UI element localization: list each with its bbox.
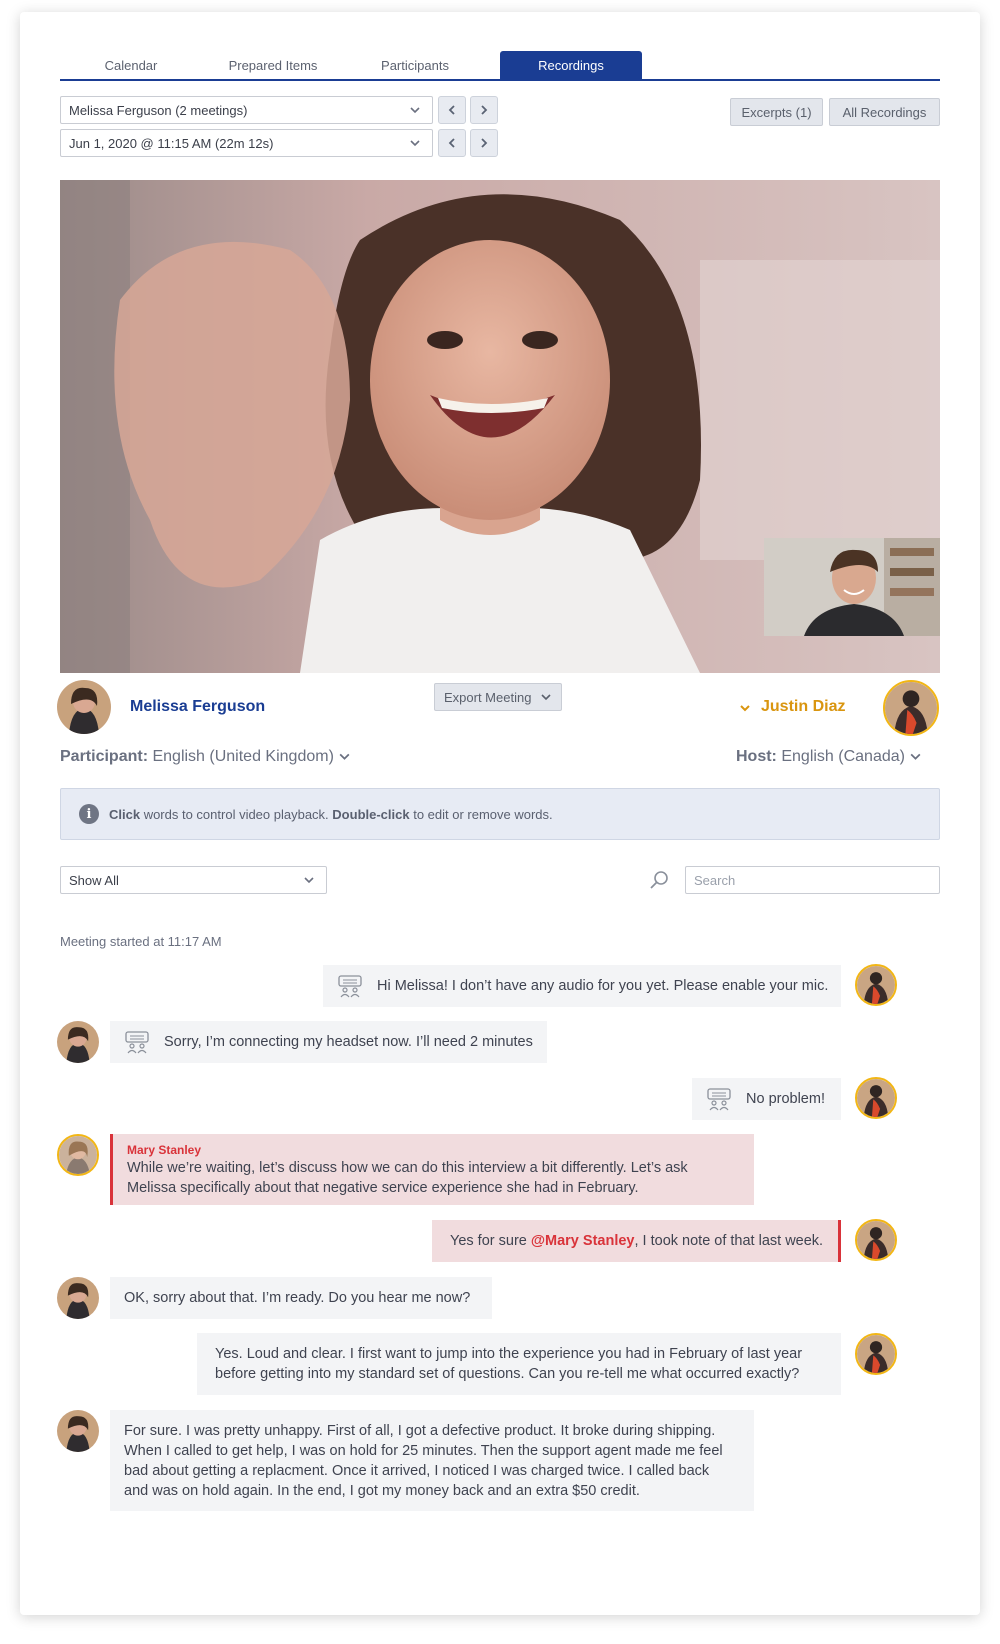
chevron-down-icon	[410, 140, 420, 147]
host-avatar	[855, 1219, 897, 1261]
participant-avatar	[57, 1277, 99, 1319]
note-author: Mary Stanley	[127, 1143, 202, 1157]
info-icon: i	[79, 804, 99, 824]
message-text-line: For sure. I was pretty unhappy. First of…	[124, 1423, 716, 1439]
message-text-line: When I called to get help, I was on hold…	[124, 1443, 723, 1459]
transcript-search-input[interactable]: Search	[685, 866, 940, 894]
message-text-line: Yes. Loud and clear. I first want to jum…	[215, 1346, 803, 1362]
tab-participants[interactable]: Participants	[344, 51, 486, 79]
host-avatar	[855, 1333, 897, 1375]
host-language-value: English (Canada)	[781, 748, 905, 765]
participant-avatar	[57, 680, 111, 734]
participant-avatar	[57, 1410, 99, 1452]
host-language[interactable]: Host: English (Canada)	[736, 748, 922, 766]
transcript-message-host[interactable]: Yes. Loud and clear. I first want to jum…	[197, 1333, 841, 1395]
message-text-line: before getting into my standard set of q…	[215, 1366, 800, 1382]
show-filter-select[interactable]: Show All	[60, 866, 327, 894]
next-meeting-button[interactable]	[470, 129, 498, 157]
note-text-line: While we’re waiting, let’s discuss how w…	[127, 1160, 688, 1176]
observer-avatar	[57, 1134, 99, 1176]
chevron-left-icon	[448, 138, 455, 148]
message-text: Hi Melissa! I don’t have any audio for y…	[377, 978, 829, 994]
tab-prepared-items[interactable]: Prepared Items	[202, 51, 344, 79]
message-text: Yes for sure @Mary Stanley, I took note …	[450, 1233, 824, 1249]
transcript-message-participant[interactable]: OK, sorry about that. I’m ready. Do you …	[110, 1277, 492, 1319]
keyboard-chat-icon	[338, 975, 362, 998]
participant-select[interactable]: Melissa Ferguson (2 meetings)	[60, 96, 433, 124]
chevron-down-icon	[910, 753, 921, 761]
next-participant-button[interactable]	[470, 96, 498, 124]
transcript-note[interactable]: Mary Stanley While we’re waiting, let’s …	[110, 1134, 754, 1205]
transcript-message-participant[interactable]: For sure. I was pretty unhappy. First of…	[110, 1410, 754, 1511]
transcript-message-host[interactable]: Hi Melissa! I don’t have any audio for y…	[323, 965, 841, 1007]
transcript-message-participant[interactable]: Sorry, I’m connecting my headset now. I’…	[110, 1021, 547, 1063]
participant-select-value: Melissa Ferguson (2 meetings)	[69, 102, 248, 118]
chevron-left-icon	[448, 105, 455, 115]
host-language-label: Host:	[736, 748, 777, 765]
participant-language-label: Participant:	[60, 748, 149, 765]
chevron-right-icon	[481, 138, 488, 148]
note-text-line: Melissa specifically about that negative…	[127, 1180, 639, 1196]
prev-meeting-button[interactable]	[438, 129, 466, 157]
host-avatar	[855, 964, 897, 1006]
chevron-right-icon	[481, 105, 488, 115]
chevron-down-icon	[410, 107, 420, 114]
message-text: No problem!	[746, 1091, 825, 1107]
export-meeting-button[interactable]: Export Meeting	[434, 683, 562, 711]
message-text-line: and was on hold again. In the end, I got…	[124, 1483, 640, 1499]
participant-language[interactable]: Participant: English (United Kingdom)	[60, 748, 351, 766]
hint-text: Click words to control video playback. D…	[109, 806, 553, 822]
tab-bar: Calendar Prepared Items Participants Rec…	[60, 39, 940, 81]
prev-participant-button[interactable]	[438, 96, 466, 124]
chevron-down-icon	[339, 753, 350, 761]
meeting-select-value: Jun 1, 2020 @ 11:15 AM (22m 12s)	[69, 135, 274, 151]
participant-name[interactable]: Melissa Ferguson	[130, 698, 265, 716]
message-text: OK, sorry about that. I’m ready. Do you …	[124, 1290, 471, 1306]
host-avatar	[883, 680, 939, 736]
chevron-down-icon	[541, 694, 551, 701]
message-text-line: bad about getting a replacment. Once it …	[124, 1463, 710, 1479]
excerpts-button[interactable]: Excerpts (1)	[730, 98, 823, 126]
participant-language-value: English (United Kingdom)	[152, 748, 334, 765]
host-video-frame	[764, 538, 940, 636]
export-meeting-label: Export Meeting	[444, 689, 532, 705]
show-filter-value: Show All	[69, 872, 119, 888]
transcript-message-host[interactable]: No problem!	[692, 1078, 841, 1120]
search-icon[interactable]	[648, 869, 670, 891]
transcript-message-host-mention[interactable]: Yes for sure @Mary Stanley, I took note …	[432, 1220, 841, 1262]
host-name[interactable]: Justin Diaz	[761, 698, 845, 716]
host-video-thumbnail[interactable]	[764, 538, 940, 636]
tab-recordings[interactable]: Recordings	[500, 51, 642, 79]
message-text: Sorry, I’m connecting my headset now. I’…	[164, 1034, 533, 1050]
tab-calendar[interactable]: Calendar	[60, 51, 202, 79]
keyboard-chat-icon	[707, 1088, 731, 1111]
mention-link: @Mary Stanley	[530, 1233, 635, 1249]
chevron-down-icon[interactable]	[739, 702, 751, 714]
playback-hint-banner: i Click words to control video playback.…	[60, 788, 940, 840]
participant-avatar	[57, 1021, 99, 1063]
meeting-select[interactable]: Jun 1, 2020 @ 11:15 AM (22m 12s)	[60, 129, 433, 157]
keyboard-chat-icon	[125, 1031, 149, 1054]
chevron-down-icon	[304, 877, 314, 884]
host-avatar	[855, 1077, 897, 1119]
all-recordings-button[interactable]: All Recordings	[829, 98, 940, 126]
meeting-start-time: Meeting started at 11:17 AM	[60, 934, 222, 949]
recordings-panel: Calendar Prepared Items Participants Rec…	[20, 12, 980, 1615]
video-player[interactable]	[60, 180, 940, 673]
